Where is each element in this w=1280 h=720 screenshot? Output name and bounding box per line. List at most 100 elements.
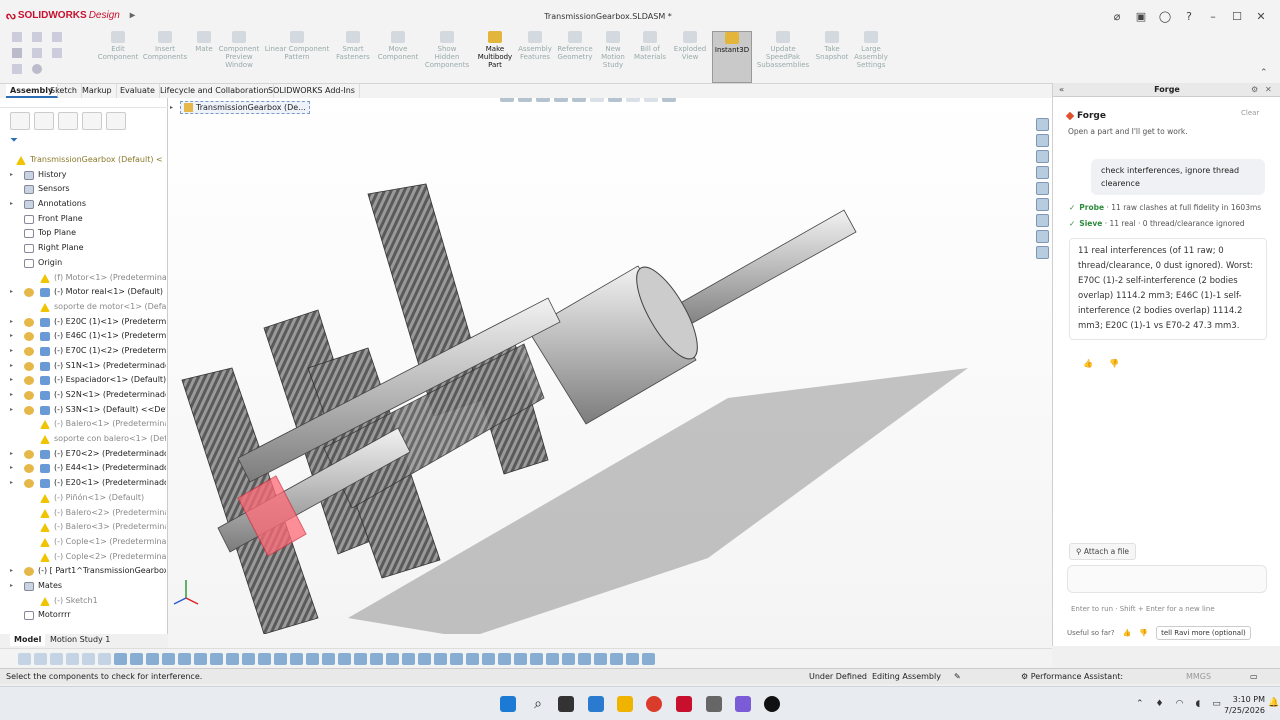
- tree-item[interactable]: (-) Cople<1> (Predeterminac: [0, 535, 166, 550]
- ribbon-button-edit-component[interactable]: Edit Component: [98, 31, 138, 83]
- clear-button[interactable]: Clear: [1241, 109, 1259, 117]
- snipping-tool-icon[interactable]: [706, 696, 722, 712]
- thumbs-up-icon[interactable]: 👍: [1083, 359, 1093, 368]
- toolbox-tab-icon[interactable]: [1036, 214, 1049, 227]
- close-icon[interactable]: ✕: [1254, 10, 1268, 24]
- toolbar-tool-icon[interactable]: [274, 652, 287, 665]
- save-icon[interactable]: [12, 48, 22, 58]
- toolbar-tool-icon[interactable]: [498, 652, 511, 665]
- expand-arrow-icon[interactable]: ▸: [10, 344, 13, 359]
- vscode-icon[interactable]: [588, 696, 604, 712]
- file-explorer-icon[interactable]: [617, 696, 633, 712]
- app-icon[interactable]: [735, 696, 751, 712]
- collapse-panel-icon[interactable]: «: [1059, 83, 1064, 97]
- maximize-icon[interactable]: ☐: [1230, 10, 1244, 24]
- toolbar-tool-icon[interactable]: [226, 652, 239, 665]
- expand-arrow-icon[interactable]: ▸: [10, 461, 13, 476]
- tree-item[interactable]: ▸ (-) E70C (1)<2> (Predetermir: [0, 344, 166, 359]
- tab-lifecycle-and-collaboration[interactable]: Lifecycle and Collaboration: [156, 84, 274, 98]
- ribbon-button-take-snapshot[interactable]: Take Snapshot: [814, 31, 850, 83]
- toolbar-tool-icon[interactable]: [594, 652, 607, 665]
- toolbar-tool-icon[interactable]: [82, 652, 95, 665]
- panel-settings-gear-icon[interactable]: ⚙: [1251, 83, 1258, 97]
- attach-file-button[interactable]: ⚲ Attach a file: [1069, 543, 1137, 560]
- expand-arrow-icon[interactable]: ▸: [10, 197, 13, 212]
- toolbar-tool-icon[interactable]: [130, 652, 143, 665]
- ribbon-button-make-multibody-part[interactable]: Make Multibody Part: [476, 31, 514, 83]
- tree-item[interactable]: Sensors: [0, 182, 166, 197]
- ribbon-button-reference-geometry[interactable]: Reference Geometry: [554, 31, 596, 83]
- panel-close-icon[interactable]: ✕: [1265, 83, 1272, 97]
- toolbar-tool-icon[interactable]: [562, 652, 575, 665]
- tree-item[interactable]: Front Plane: [0, 212, 166, 227]
- expand-arrow-icon[interactable]: ▸: [10, 579, 13, 594]
- tab-solidworks-add-ins[interactable]: SOLIDWORKS Add-Ins: [264, 84, 360, 98]
- toolbar-tool-icon[interactable]: [642, 652, 655, 665]
- ribbon-button-linearcomponent-pattern[interactable]: Linear Component Pattern: [264, 31, 330, 83]
- options-gear-icon[interactable]: [32, 64, 42, 74]
- library-tab-icon[interactable]: [1036, 230, 1049, 243]
- tree-item[interactable]: soporte con balero<1> (Defa: [0, 432, 166, 447]
- toolbar-tool-icon[interactable]: [434, 652, 447, 665]
- tree-item[interactable]: ▸ (-) E46C (1)<1> (Predetermir: [0, 329, 166, 344]
- tell-more-button[interactable]: tell Ravi more (optional): [1156, 626, 1251, 640]
- toolbar-tool-icon[interactable]: [578, 652, 591, 665]
- customize-icon[interactable]: ▭: [1250, 669, 1258, 684]
- expand-arrow-icon[interactable]: ▸: [10, 329, 13, 344]
- ribbon-button-mate[interactable]: Mate: [192, 31, 216, 83]
- expand-arrow-icon[interactable]: ▸: [10, 476, 13, 491]
- toolbar-tool-icon[interactable]: [146, 652, 159, 665]
- ribbon-button-show-hidden-components[interactable]: Show Hidden Components: [422, 31, 472, 83]
- toolbar-tool-icon[interactable]: [178, 652, 191, 665]
- collapse-ribbon-icon[interactable]: ⌃: [1260, 68, 1268, 78]
- tree-item[interactable]: (-) Balero<1> (Predetermina: [0, 417, 166, 432]
- ribbon-button-instant3d[interactable]: Instant3D: [712, 31, 752, 83]
- tree-item[interactable]: ▸ (-) E20<1> (Predeterminado): [0, 476, 166, 491]
- tree-item[interactable]: ▸ History: [0, 168, 166, 183]
- tree-item[interactable]: ▸ Annotations: [0, 197, 166, 212]
- feature-manager-tab-icon[interactable]: [10, 112, 30, 130]
- configuration-manager-tab-icon[interactable]: [58, 112, 78, 130]
- ribbon-button-new-motion-study[interactable]: New Motion Study: [598, 31, 628, 83]
- new-file-icon[interactable]: [12, 32, 22, 42]
- tree-item[interactable]: soporte de motor<1> (Defa: [0, 300, 166, 315]
- notifications-icon[interactable]: 🔔: [1268, 698, 1279, 708]
- toolbar-tool-icon[interactable]: [162, 652, 175, 665]
- open-icon[interactable]: [32, 32, 42, 42]
- toolbar-tool-icon[interactable]: [450, 652, 463, 665]
- tree-item[interactable]: ▸ (-) Espaciador<1> (Default) <: [0, 373, 166, 388]
- help-icon[interactable]: ?: [1182, 10, 1196, 24]
- thumbs-down-icon[interactable]: 👎: [1109, 359, 1119, 368]
- useful-thumbs-down-icon[interactable]: 👎: [1139, 629, 1148, 637]
- ribbon-button-smart-fasteners[interactable]: Smart Fasteners: [334, 31, 372, 83]
- forge-tab-icon[interactable]: [1036, 246, 1049, 259]
- toolbar-tool-icon[interactable]: [626, 652, 639, 665]
- toolbar-tool-icon[interactable]: [258, 652, 271, 665]
- file-explorer-tab-icon[interactable]: [1036, 150, 1049, 163]
- search-icon[interactable]: ⌕: [530, 696, 546, 712]
- tree-item[interactable]: ▸ (-) S2N<1> (Predeterminado: [0, 388, 166, 403]
- toolbar-tool-icon[interactable]: [514, 652, 527, 665]
- task-view-icon[interactable]: [558, 696, 574, 712]
- design-library-tab-icon[interactable]: [1036, 134, 1049, 147]
- custom-properties-tab-icon[interactable]: [1036, 182, 1049, 195]
- tree-item[interactable]: Origin: [0, 256, 166, 271]
- bottom-tab-motion-study-1[interactable]: Motion Study 1: [46, 634, 114, 646]
- tree-item[interactable]: Right Plane: [0, 241, 166, 256]
- toolbar-tool-icon[interactable]: [114, 652, 127, 665]
- toolbar-tool-icon[interactable]: [18, 652, 31, 665]
- tree-item[interactable]: ▸ (-) E70<2> (Predeterminado): [0, 447, 166, 462]
- forum-tab-icon[interactable]: [1036, 198, 1049, 211]
- toolbar-tool-icon[interactable]: [98, 652, 111, 665]
- terminal-icon[interactable]: ▣: [1134, 10, 1148, 24]
- toolbar-tool-icon[interactable]: [546, 652, 559, 665]
- tree-item[interactable]: (-) Cople<2> (Predeterminac: [0, 550, 166, 565]
- minimize-icon[interactable]: –: [1206, 10, 1220, 24]
- ribbon-button-large-assembly-settings[interactable]: Large Assembly Settings: [852, 31, 890, 83]
- user-icon[interactable]: ◯: [1158, 10, 1172, 24]
- toolbar-tool-icon[interactable]: [34, 652, 47, 665]
- tree-item[interactable]: (-) Balero<3> (Predetermina: [0, 520, 166, 535]
- search-commands-icon[interactable]: ⌀: [1110, 10, 1124, 24]
- clock[interactable]: 3:10 PM 7/25/2026: [1224, 694, 1265, 716]
- expand-arrow-icon[interactable]: ▸: [10, 315, 13, 330]
